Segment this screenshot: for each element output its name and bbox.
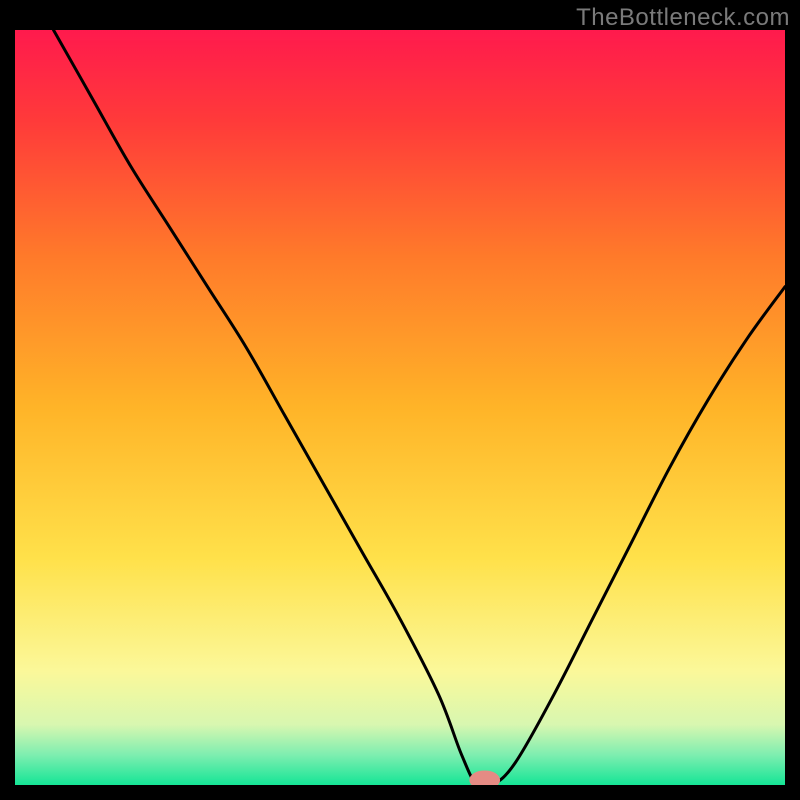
watermark-text: TheBottleneck.com — [576, 4, 790, 32]
bottleneck-chart-svg — [15, 30, 785, 785]
plot-area — [15, 30, 785, 785]
chart-frame: TheBottleneck.com — [0, 0, 800, 800]
gradient-rect — [15, 30, 785, 785]
